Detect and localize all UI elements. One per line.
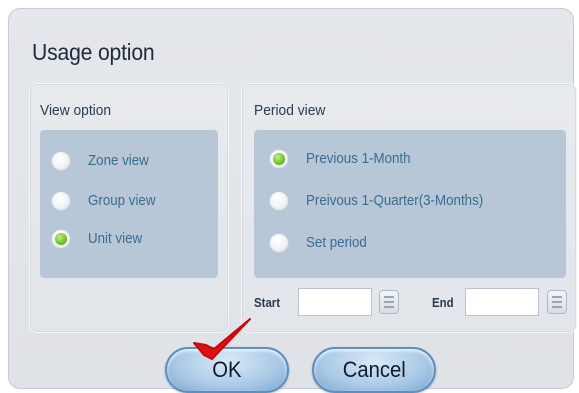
radio-previous-month[interactable]: Previous 1-Month xyxy=(270,150,420,168)
radio-group-view[interactable]: Group view xyxy=(52,192,161,210)
calendar-icon xyxy=(384,296,394,308)
radio-label: Unit view xyxy=(88,231,143,247)
period-view-panel: Period view Previous 1-Month Preivous 1-… xyxy=(241,83,577,333)
radio-set-period[interactable]: Set period xyxy=(270,234,372,252)
end-date-input[interactable] xyxy=(465,288,539,316)
view-option-list: Zone view Group view Unit view xyxy=(40,130,218,278)
radio-label: Group view xyxy=(88,193,156,209)
radio-button[interactable] xyxy=(52,192,70,210)
usage-option-dialog: Usage option View option Zone view Group… xyxy=(8,8,577,393)
radio-button[interactable] xyxy=(270,234,288,252)
end-calendar-button[interactable] xyxy=(548,291,566,313)
radio-label: Set period xyxy=(306,235,367,251)
radio-previous-quarter[interactable]: Preivous 1-Quarter(3-Months) xyxy=(270,192,499,210)
radio-button[interactable] xyxy=(52,152,70,170)
radio-label: Previous 1-Month xyxy=(306,151,411,167)
view-option-panel: View option Zone view Group view Unit vi… xyxy=(29,83,229,333)
radio-button-selected[interactable] xyxy=(270,150,288,168)
period-view-list: Previous 1-Month Preivous 1-Quarter(3-Mo… xyxy=(254,130,566,278)
radio-button[interactable] xyxy=(270,192,288,210)
ok-button-label: OK xyxy=(212,357,242,382)
start-label: Start xyxy=(254,295,281,310)
end-label: End xyxy=(432,295,454,310)
radio-label: Zone view xyxy=(88,153,149,169)
start-date-input[interactable] xyxy=(298,288,372,316)
radio-button-selected[interactable] xyxy=(52,230,70,248)
radio-label: Preivous 1-Quarter(3-Months) xyxy=(306,193,484,209)
cancel-button-label: Cancel xyxy=(342,357,406,382)
cancel-button[interactable]: Cancel xyxy=(312,347,436,393)
ok-button[interactable]: OK xyxy=(165,347,289,393)
view-option-title: View option xyxy=(40,102,112,119)
radio-zone-view[interactable]: Zone view xyxy=(52,152,154,170)
radio-unit-view[interactable]: Unit view xyxy=(52,230,147,248)
dialog-title: Usage option xyxy=(32,39,155,65)
start-calendar-button[interactable] xyxy=(380,291,398,313)
calendar-icon xyxy=(552,296,562,308)
period-view-title: Period view xyxy=(254,102,326,119)
